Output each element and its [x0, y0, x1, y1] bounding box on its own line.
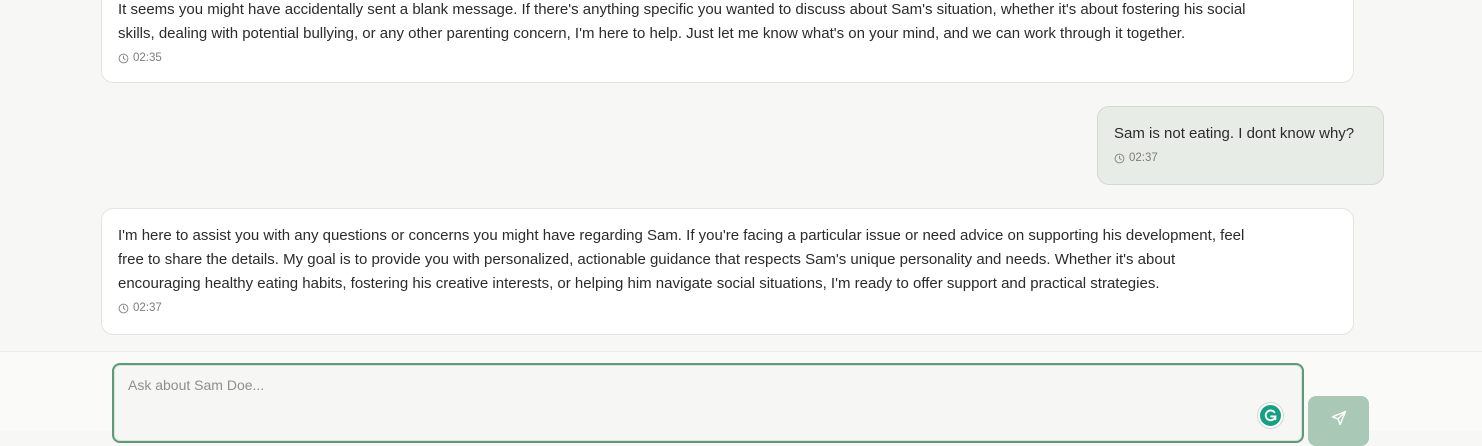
timestamp-text: 02:37 [133, 302, 162, 314]
clock-icon [1114, 153, 1125, 163]
message-timestamp: 02:35 [118, 52, 1337, 64]
grammarly-icon[interactable] [1258, 403, 1283, 428]
chat-message-list: It seems you might have accidentally sen… [0, 0, 1482, 351]
send-button[interactable] [1308, 396, 1369, 446]
send-icon [1331, 410, 1346, 426]
timestamp-text: 02:37 [1129, 152, 1158, 164]
message-timestamp: 02:37 [1114, 152, 1367, 164]
message-line: skills, dealing with potential bullying,… [118, 25, 1186, 42]
clock-icon [118, 53, 129, 63]
assistant-message: I'm here to assist you with any question… [101, 208, 1354, 335]
grammarly-g-glyph [1264, 409, 1277, 422]
user-message: Sam is not eating. I dont know why? 02:3… [1097, 106, 1384, 185]
clock-icon [118, 303, 129, 313]
message-composer [112, 363, 1304, 443]
message-line: It seems you might have accidentally sen… [118, 1, 1246, 18]
assistant-message: It seems you might have accidentally sen… [101, 0, 1354, 83]
timestamp-text: 02:35 [133, 52, 162, 64]
message-input[interactable] [114, 365, 1302, 441]
message-line: encouraging healthy eating habits, foste… [118, 275, 1160, 292]
message-line: I'm here to assist you with any question… [118, 227, 1245, 244]
message-line: free to share the details. My goal is to… [118, 251, 1176, 268]
message-timestamp: 02:37 [118, 302, 1337, 314]
message-text: Sam is not eating. I dont know why? [1114, 125, 1355, 142]
